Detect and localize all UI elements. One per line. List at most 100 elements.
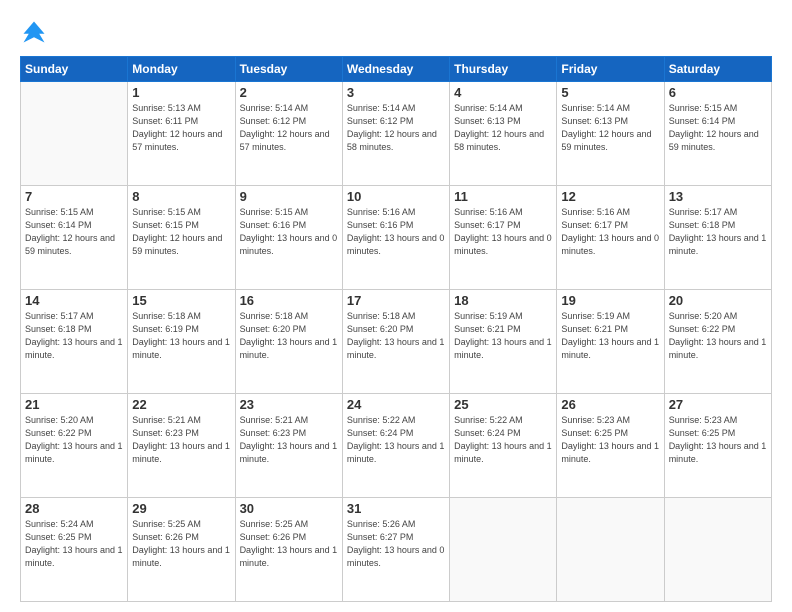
day-info: Sunrise: 5:14 AMSunset: 6:13 PMDaylight:… (561, 102, 659, 154)
day-number: 11 (454, 189, 552, 204)
day-number: 31 (347, 501, 445, 516)
day-info: Sunrise: 5:22 AMSunset: 6:24 PMDaylight:… (347, 414, 445, 466)
calendar-day-cell: 18 Sunrise: 5:19 AMSunset: 6:21 PMDayligh… (450, 290, 557, 394)
day-number: 6 (669, 85, 767, 100)
day-info: Sunrise: 5:20 AMSunset: 6:22 PMDaylight:… (669, 310, 767, 362)
calendar-week-row: 14Sunrise: 5:17 AMSunset: 6:18 PMDayligh… (21, 290, 772, 394)
day-info: Sunrise: 5:23 AMSunset: 6:25 PMDaylight:… (669, 414, 767, 466)
calendar-day-cell: 13Sunrise: 5:17 AMSunset: 6:18 PMDayligh… (664, 186, 771, 290)
day-number: 28 (25, 501, 123, 516)
calendar-week-row: 1 Sunrise: 5:13 AMSunset: 6:11 PMDaylight… (21, 82, 772, 186)
day-number: 8 (132, 189, 230, 204)
calendar-day-cell (557, 498, 664, 602)
day-number: 29 (132, 501, 230, 516)
calendar-week-row: 7 Sunrise: 5:15 AMSunset: 6:14 PMDaylight… (21, 186, 772, 290)
day-number: 7 (25, 189, 123, 204)
day-number: 2 (240, 85, 338, 100)
day-info: Sunrise: 5:15 AMSunset: 6:14 PMDaylight:… (25, 206, 123, 258)
day-number: 18 (454, 293, 552, 308)
calendar-day-cell: 31 Sunrise: 5:26 AMSunset: 6:27 PMDayligh… (342, 498, 449, 602)
calendar-header-row: SundayMondayTuesdayWednesdayThursdayFrid… (21, 57, 772, 82)
day-info: Sunrise: 5:23 AMSunset: 6:25 PMDaylight:… (561, 414, 659, 466)
calendar-day-cell: 24 Sunrise: 5:22 AMSunset: 6:24 PMDayligh… (342, 394, 449, 498)
calendar-day-cell: 2 Sunrise: 5:14 AMSunset: 6:12 PMDaylight… (235, 82, 342, 186)
day-info: Sunrise: 5:22 AMSunset: 6:24 PMDaylight:… (454, 414, 552, 466)
calendar-week-row: 21 Sunrise: 5:20 AMSunset: 6:22 PMDayligh… (21, 394, 772, 498)
day-info: Sunrise: 5:21 AMSunset: 6:23 PMDaylight:… (240, 414, 338, 466)
day-number: 21 (25, 397, 123, 412)
day-info: Sunrise: 5:25 AMSunset: 6:26 PMDaylight:… (132, 518, 230, 570)
day-number: 26 (561, 397, 659, 412)
day-info: Sunrise: 5:24 AMSunset: 6:25 PMDaylight:… (25, 518, 123, 570)
calendar-day-cell: 4 Sunrise: 5:14 AMSunset: 6:13 PMDaylight… (450, 82, 557, 186)
calendar-day-cell: 22 Sunrise: 5:21 AMSunset: 6:23 PMDayligh… (128, 394, 235, 498)
day-info: Sunrise: 5:14 AMSunset: 6:13 PMDaylight:… (454, 102, 552, 154)
calendar-day-cell: 15Sunrise: 5:18 AMSunset: 6:19 PMDayligh… (128, 290, 235, 394)
calendar-day-cell: 17Sunrise: 5:18 AMSunset: 6:20 PMDayligh… (342, 290, 449, 394)
calendar-day-cell: 16 Sunrise: 5:18 AMSunset: 6:20 PMDayligh… (235, 290, 342, 394)
day-number: 5 (561, 85, 659, 100)
weekday-header: Thursday (450, 57, 557, 82)
day-info: Sunrise: 5:16 AMSunset: 6:16 PMDaylight:… (347, 206, 445, 258)
calendar-day-cell: 23 Sunrise: 5:21 AMSunset: 6:23 PMDayligh… (235, 394, 342, 498)
calendar-day-cell: 10 Sunrise: 5:16 AMSunset: 6:16 PMDayligh… (342, 186, 449, 290)
weekday-header: Sunday (21, 57, 128, 82)
calendar-day-cell: 20 Sunrise: 5:20 AMSunset: 6:22 PMDayligh… (664, 290, 771, 394)
calendar-day-cell (450, 498, 557, 602)
day-info: Sunrise: 5:20 AMSunset: 6:22 PMDaylight:… (25, 414, 123, 466)
day-number: 10 (347, 189, 445, 204)
day-info: Sunrise: 5:15 AMSunset: 6:16 PMDaylight:… (240, 206, 338, 258)
calendar: SundayMondayTuesdayWednesdayThursdayFrid… (20, 56, 772, 602)
day-info: Sunrise: 5:17 AMSunset: 6:18 PMDaylight:… (25, 310, 123, 362)
logo-icon (20, 18, 48, 46)
day-info: Sunrise: 5:13 AMSunset: 6:11 PMDaylight:… (132, 102, 230, 154)
day-info: Sunrise: 5:18 AMSunset: 6:20 PMDaylight:… (240, 310, 338, 362)
day-info: Sunrise: 5:19 AMSunset: 6:21 PMDaylight:… (454, 310, 552, 362)
day-number: 24 (347, 397, 445, 412)
calendar-day-cell: 5 Sunrise: 5:14 AMSunset: 6:13 PMDaylight… (557, 82, 664, 186)
calendar-day-cell: 11 Sunrise: 5:16 AMSunset: 6:17 PMDayligh… (450, 186, 557, 290)
day-number: 20 (669, 293, 767, 308)
calendar-day-cell (21, 82, 128, 186)
calendar-day-cell: 7 Sunrise: 5:15 AMSunset: 6:14 PMDaylight… (21, 186, 128, 290)
weekday-header: Saturday (664, 57, 771, 82)
day-info: Sunrise: 5:15 AMSunset: 6:14 PMDaylight:… (669, 102, 767, 154)
day-number: 22 (132, 397, 230, 412)
calendar-week-row: 28 Sunrise: 5:24 AMSunset: 6:25 PMDayligh… (21, 498, 772, 602)
day-number: 23 (240, 397, 338, 412)
calendar-day-cell: 26 Sunrise: 5:23 AMSunset: 6:25 PMDayligh… (557, 394, 664, 498)
calendar-day-cell: 25 Sunrise: 5:22 AMSunset: 6:24 PMDayligh… (450, 394, 557, 498)
day-number: 4 (454, 85, 552, 100)
calendar-day-cell: 19Sunrise: 5:19 AMSunset: 6:21 PMDayligh… (557, 290, 664, 394)
day-info: Sunrise: 5:21 AMSunset: 6:23 PMDaylight:… (132, 414, 230, 466)
day-number: 13 (669, 189, 767, 204)
day-info: Sunrise: 5:15 AMSunset: 6:15 PMDaylight:… (132, 206, 230, 258)
calendar-day-cell: 9 Sunrise: 5:15 AMSunset: 6:16 PMDaylight… (235, 186, 342, 290)
day-number: 30 (240, 501, 338, 516)
day-info: Sunrise: 5:16 AMSunset: 6:17 PMDaylight:… (561, 206, 659, 258)
day-info: Sunrise: 5:16 AMSunset: 6:17 PMDaylight:… (454, 206, 552, 258)
weekday-header: Friday (557, 57, 664, 82)
day-info: Sunrise: 5:26 AMSunset: 6:27 PMDaylight:… (347, 518, 445, 570)
weekday-header: Monday (128, 57, 235, 82)
calendar-day-cell: 27 Sunrise: 5:23 AMSunset: 6:25 PMDayligh… (664, 394, 771, 498)
day-number: 9 (240, 189, 338, 204)
calendar-day-cell (664, 498, 771, 602)
calendar-day-cell: 1 Sunrise: 5:13 AMSunset: 6:11 PMDaylight… (128, 82, 235, 186)
day-number: 3 (347, 85, 445, 100)
calendar-day-cell: 8 Sunrise: 5:15 AMSunset: 6:15 PMDaylight… (128, 186, 235, 290)
day-number: 16 (240, 293, 338, 308)
header (20, 18, 772, 46)
day-number: 15 (132, 293, 230, 308)
day-number: 27 (669, 397, 767, 412)
calendar-day-cell: 30 Sunrise: 5:25 AMSunset: 6:26 PMDayligh… (235, 498, 342, 602)
calendar-day-cell: 14Sunrise: 5:17 AMSunset: 6:18 PMDayligh… (21, 290, 128, 394)
calendar-day-cell: 12Sunrise: 5:16 AMSunset: 6:17 PMDayligh… (557, 186, 664, 290)
day-number: 25 (454, 397, 552, 412)
day-number: 1 (132, 85, 230, 100)
day-info: Sunrise: 5:25 AMSunset: 6:26 PMDaylight:… (240, 518, 338, 570)
weekday-header: Wednesday (342, 57, 449, 82)
page: SundayMondayTuesdayWednesdayThursdayFrid… (0, 0, 792, 612)
day-info: Sunrise: 5:14 AMSunset: 6:12 PMDaylight:… (240, 102, 338, 154)
day-info: Sunrise: 5:19 AMSunset: 6:21 PMDaylight:… (561, 310, 659, 362)
